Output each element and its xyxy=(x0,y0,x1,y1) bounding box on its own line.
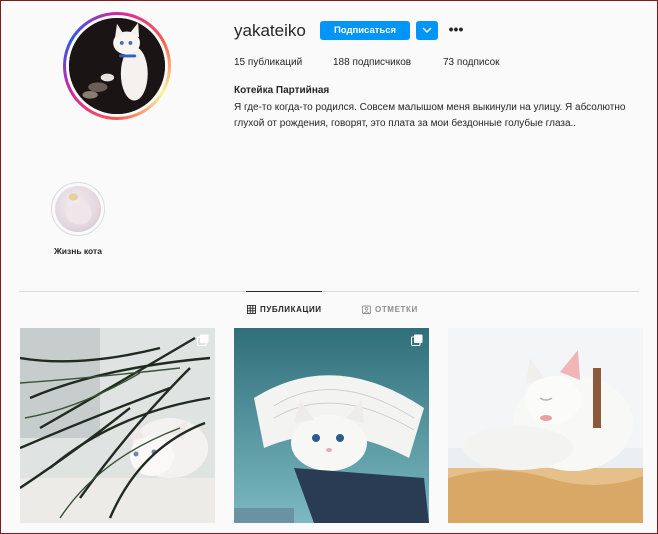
tab-tagged[interactable]: ОТМЕТКИ xyxy=(362,305,418,314)
grid-icon xyxy=(247,305,256,314)
suggestions-dropdown-button[interactable] xyxy=(416,21,438,40)
post-image xyxy=(234,328,429,523)
avatar-photo xyxy=(69,18,165,114)
tabs-divider xyxy=(19,291,639,292)
follow-button[interactable]: Подписаться xyxy=(320,21,410,40)
tab-posts[interactable]: ПУБЛИКАЦИИ xyxy=(247,305,322,314)
highlight-label: Жизнь кота xyxy=(54,246,102,256)
post-thumbnail[interactable] xyxy=(20,328,215,523)
avatar-cat-image xyxy=(69,18,165,114)
profile-bio: Я где-то когда-то родился. Совсем малышо… xyxy=(234,102,626,129)
post-thumbnail[interactable] xyxy=(234,328,429,523)
posts-count: 15 публикаций xyxy=(234,57,303,68)
following-count[interactable]: 73 подписок xyxy=(443,57,500,68)
highlight-cover-image xyxy=(66,193,92,225)
profile-avatar[interactable] xyxy=(63,12,171,120)
highlight-cover xyxy=(55,186,101,232)
post-image xyxy=(448,328,643,523)
followers-count[interactable]: 188 подписчиков xyxy=(333,57,411,68)
profile-username: yakateiko xyxy=(234,21,306,40)
tab-tagged-label: ОТМЕТКИ xyxy=(375,305,418,314)
profile-full-name: Котейка Партийная xyxy=(234,85,330,96)
multiple-photos-icon xyxy=(197,334,209,346)
multiple-photos-icon xyxy=(411,334,423,346)
post-image xyxy=(20,328,215,523)
tab-posts-label: ПУБЛИКАЦИИ xyxy=(260,305,322,314)
more-options-button[interactable]: ••• xyxy=(447,21,465,40)
active-tab-indicator xyxy=(246,291,322,292)
post-thumbnail[interactable] xyxy=(448,328,643,523)
tag-icon xyxy=(362,305,371,314)
chevron-down-icon xyxy=(422,27,432,33)
story-highlight[interactable] xyxy=(51,182,105,236)
